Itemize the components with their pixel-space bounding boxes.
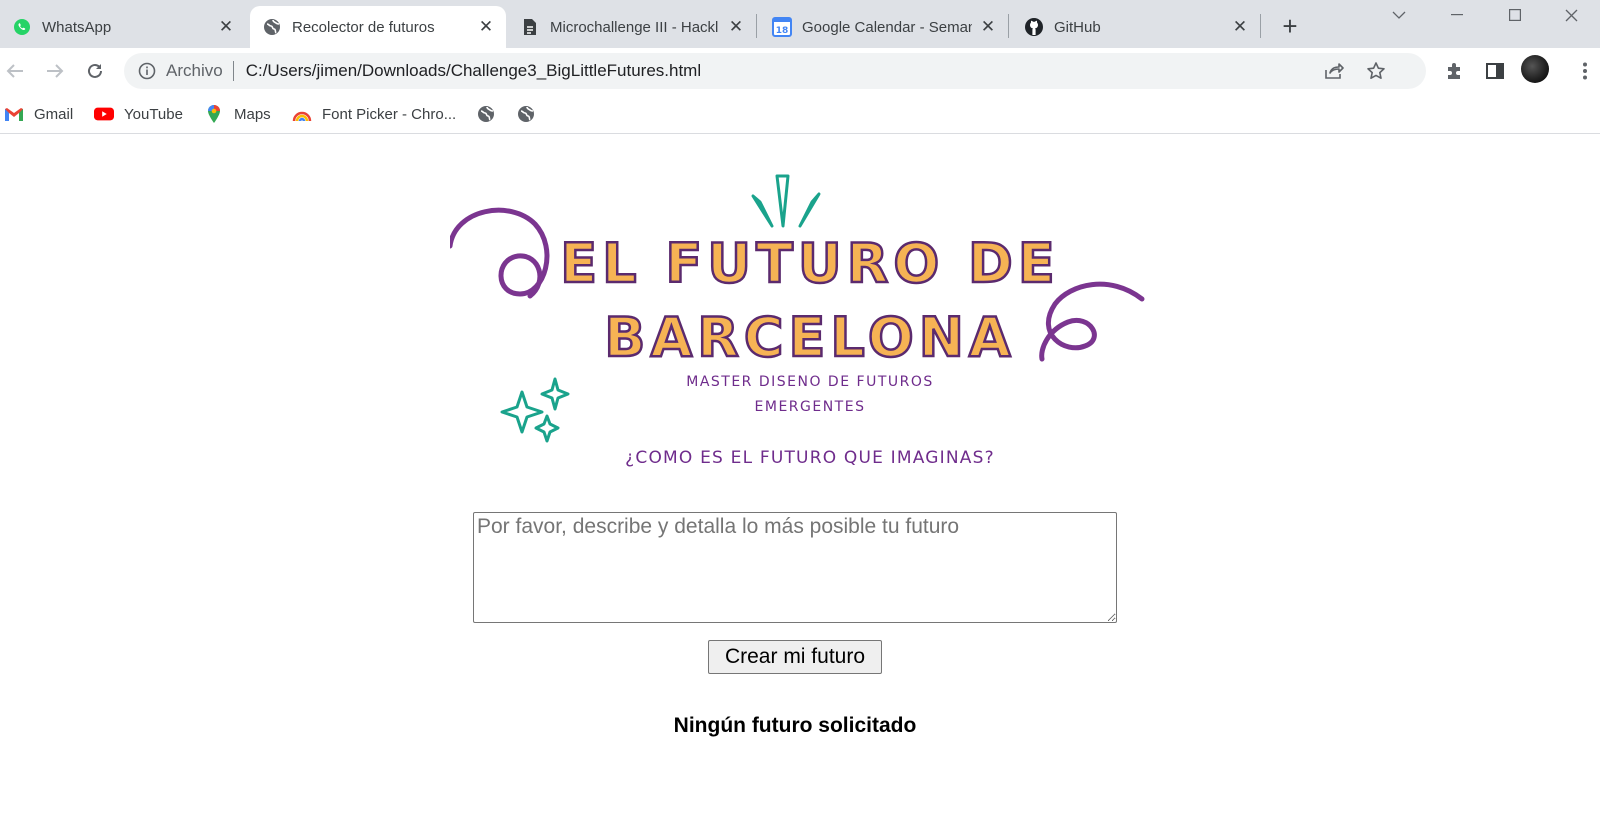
close-icon[interactable]: ✕ xyxy=(978,17,998,37)
tab-microchallenge[interactable]: Microchallenge III - Hackl ✕ xyxy=(508,6,756,48)
tab-title: Microchallenge III - Hackl xyxy=(550,18,719,36)
hero-question: ¿COMO ES EL FUTURO QUE IMAGINAS? xyxy=(625,448,995,468)
close-icon[interactable]: ✕ xyxy=(216,17,236,37)
maps-icon xyxy=(204,104,224,124)
tab-strip: WhatsApp ✕ Recolector de futuros ✕ Micro… xyxy=(0,0,1600,48)
extensions-icon[interactable] xyxy=(1440,56,1470,86)
tab-github[interactable]: GitHub ✕ xyxy=(1012,6,1260,48)
bookmark-label: Gmail xyxy=(34,105,74,123)
burst-icon xyxy=(751,174,821,228)
bookmarks-bar: Gmail YouTube Maps Font Picker - Chro... xyxy=(0,94,1600,134)
address-divider xyxy=(232,61,234,81)
close-icon[interactable]: ✕ xyxy=(1230,17,1250,37)
hero-subtitle-line2: EMERGENTES xyxy=(754,399,866,415)
more-menu-icon[interactable] xyxy=(1570,56,1600,86)
tab-separator xyxy=(1260,14,1261,38)
minimize-icon[interactable] xyxy=(1428,0,1486,30)
tab-search-icon[interactable] xyxy=(1370,0,1428,30)
tab-recolector[interactable]: Recolector de futuros ✕ xyxy=(250,6,506,48)
tab-title: WhatsApp xyxy=(42,18,112,36)
hero-title-line1: EL FUTURO DE xyxy=(559,231,1060,297)
address-bar[interactable]: Archivo C:/Users/jimen/Downloads/Challen… xyxy=(124,53,1426,89)
tab-separator xyxy=(756,14,757,38)
bookmark-font-picker[interactable]: Font Picker - Chro... xyxy=(292,102,456,126)
hero-title-line2: BARCELONA xyxy=(603,305,1016,371)
whatsapp-icon xyxy=(12,17,32,37)
font-picker-icon xyxy=(292,104,312,124)
new-tab-button[interactable]: + xyxy=(1276,11,1304,41)
document-icon xyxy=(520,17,540,37)
status-message: Ningún futuro solicitado xyxy=(673,714,917,737)
bookmark-gmail[interactable]: Gmail xyxy=(4,102,73,126)
bookmark-label: YouTube xyxy=(124,105,183,123)
close-icon[interactable]: ✕ xyxy=(476,17,496,37)
close-icon[interactable]: ✕ xyxy=(726,17,746,37)
side-panel-icon[interactable] xyxy=(1480,56,1510,86)
reload-icon[interactable] xyxy=(80,56,110,86)
tab-title: Recolector de futuros xyxy=(292,18,435,36)
tab-separator xyxy=(1008,14,1009,38)
info-icon[interactable] xyxy=(138,62,156,80)
youtube-icon xyxy=(94,104,114,124)
gmail-icon xyxy=(4,104,24,124)
globe-icon xyxy=(476,104,496,124)
bookmark-star-icon[interactable] xyxy=(1364,60,1388,82)
window-close-icon[interactable] xyxy=(1542,0,1600,30)
bookmark-label: Maps xyxy=(234,105,271,123)
github-icon xyxy=(1024,17,1044,37)
profile-avatar[interactable] xyxy=(1521,55,1549,83)
globe-icon xyxy=(516,104,536,124)
bookmark-globe-1[interactable] xyxy=(476,102,506,126)
bookmark-label: Font Picker - Chro... xyxy=(322,105,457,123)
forward-icon[interactable] xyxy=(40,56,70,86)
tab-google-calendar[interactable]: 18 Google Calendar - Seman ✕ xyxy=(760,6,1008,48)
hero-banner: EL FUTURO DE BARCELONA MASTER DISENO DE … xyxy=(450,154,1170,489)
bookmark-youtube[interactable]: YouTube xyxy=(94,102,183,126)
address-url[interactable]: C:/Users/jimen/Downloads/Challenge3_BigL… xyxy=(246,61,701,81)
tab-title: Google Calendar - Seman xyxy=(802,18,972,36)
maximize-icon[interactable] xyxy=(1486,0,1544,30)
create-future-button[interactable]: Crear mi futuro xyxy=(708,640,882,674)
globe-icon xyxy=(262,17,282,37)
back-icon[interactable] xyxy=(0,56,30,86)
bookmark-globe-2[interactable] xyxy=(516,102,546,126)
browser-toolbar: Archivo C:/Users/jimen/Downloads/Challen… xyxy=(0,48,1600,94)
page-content: EL FUTURO DE BARCELONA MASTER DISENO DE … xyxy=(0,134,1600,840)
tab-title: GitHub xyxy=(1054,18,1101,36)
calendar-icon: 18 xyxy=(772,17,792,37)
future-description-input[interactable] xyxy=(473,512,1117,623)
address-scheme-label: Archivo xyxy=(166,61,223,80)
tab-whatsapp[interactable]: WhatsApp ✕ xyxy=(0,6,246,48)
share-icon[interactable] xyxy=(1322,60,1346,82)
bookmark-maps[interactable]: Maps xyxy=(204,102,271,126)
hero-subtitle-line1: MASTER DISENO DE FUTUROS xyxy=(686,374,934,390)
svg-text:18: 18 xyxy=(776,26,789,36)
